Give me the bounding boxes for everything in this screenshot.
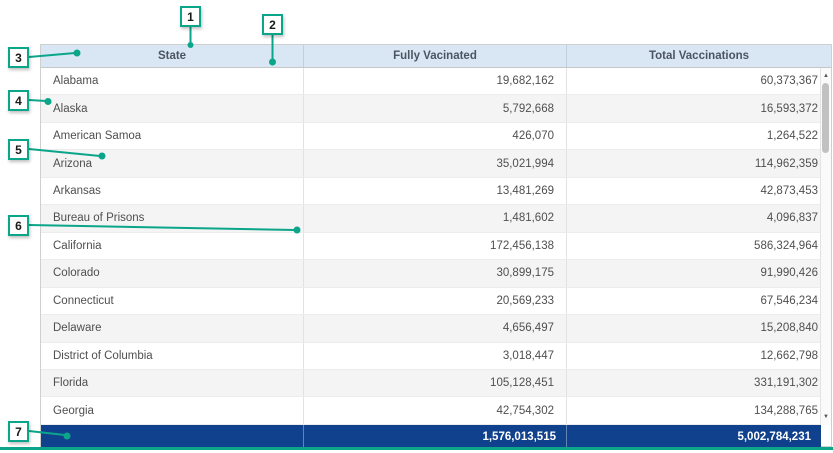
table-body: Alabama19,682,16260,373,367Alaska5,792,6…	[41, 68, 831, 425]
table-row[interactable]: California172,456,138586,324,964	[41, 233, 831, 260]
cell-state: Arkansas	[41, 178, 303, 204]
callout-4: 4	[8, 90, 29, 111]
callout-2: 2	[262, 14, 283, 35]
cell-fully-vacinated: 4,656,497	[303, 315, 566, 341]
table-row[interactable]: Arizona35,021,994114,962,359	[41, 150, 831, 177]
table-row[interactable]: Alabama19,682,16260,373,367	[41, 68, 831, 95]
cell-fully-vacinated: 35,021,994	[303, 150, 566, 176]
table-row[interactable]: Georgia42,754,302134,288,765	[41, 397, 831, 424]
callout-2-label: 2	[269, 18, 276, 32]
cell-state: District of Columbia	[41, 343, 303, 369]
callout-4-label: 4	[15, 94, 22, 108]
table-totals-row: 1,576,013,515 5,002,784,231	[41, 425, 821, 448]
callout-3: 3	[8, 47, 29, 68]
cell-state: Alabama	[41, 68, 303, 94]
totals-total-vaccinations-cell: 5,002,784,231	[566, 425, 821, 448]
cell-fully-vacinated: 19,682,162	[303, 68, 566, 94]
cell-fully-vacinated: 42,754,302	[303, 397, 566, 423]
cell-total-vaccinations: 15,208,840	[566, 315, 831, 341]
table-row[interactable]: District of Columbia3,018,44712,662,798	[41, 343, 831, 370]
cell-total-vaccinations: 67,546,234	[566, 288, 831, 314]
callout-1-label: 1	[187, 10, 194, 24]
cell-state: Colorado	[41, 260, 303, 286]
column-header-state[interactable]: State	[41, 45, 303, 67]
table-row[interactable]: Arkansas13,481,26942,873,453	[41, 178, 831, 205]
totals-state-cell	[41, 425, 303, 448]
table-row[interactable]: Florida105,128,451331,191,302	[41, 370, 831, 397]
cell-state: Alaska	[41, 95, 303, 121]
cell-fully-vacinated: 105,128,451	[303, 370, 566, 396]
cell-state: Florida	[41, 370, 303, 396]
cell-state: Delaware	[41, 315, 303, 341]
cell-fully-vacinated: 20,569,233	[303, 288, 566, 314]
cell-total-vaccinations: 586,324,964	[566, 233, 831, 259]
cell-total-vaccinations: 91,990,426	[566, 260, 831, 286]
cell-total-vaccinations: 12,662,798	[566, 343, 831, 369]
cell-total-vaccinations: 42,873,453	[566, 178, 831, 204]
cell-state: Bureau of Prisons	[41, 205, 303, 231]
column-header-fully-vacinated[interactable]: Fully Vacinated	[303, 45, 566, 67]
cell-state: American Samoa	[41, 123, 303, 149]
table-row[interactable]: American Samoa426,0701,264,522	[41, 123, 831, 150]
cell-total-vaccinations: 4,096,837	[566, 205, 831, 231]
table-row[interactable]: Bureau of Prisons1,481,6024,096,837	[41, 205, 831, 232]
callout-6: 6	[8, 215, 29, 236]
vertical-scrollbar[interactable]: ▲ ▼	[820, 68, 831, 425]
cell-fully-vacinated: 13,481,269	[303, 178, 566, 204]
cell-total-vaccinations: 134,288,765	[566, 397, 831, 423]
callout-1: 1	[180, 6, 201, 27]
screenshot-canvas: State Fully Vacinated Total Vaccinations…	[0, 0, 833, 453]
cell-fully-vacinated: 172,456,138	[303, 233, 566, 259]
totals-fully-vacinated-cell: 1,576,013,515	[303, 425, 566, 448]
cell-fully-vacinated: 426,070	[303, 123, 566, 149]
callout-7: 7	[8, 421, 29, 442]
cell-state: Arizona	[41, 150, 303, 176]
callout-5-label: 5	[15, 143, 22, 157]
table-row[interactable]: Connecticut20,569,23367,546,234	[41, 288, 831, 315]
callout-6-label: 6	[15, 219, 22, 233]
cell-total-vaccinations: 16,593,372	[566, 95, 831, 121]
cell-total-vaccinations: 114,962,359	[566, 150, 831, 176]
cell-total-vaccinations: 60,373,367	[566, 68, 831, 94]
table-row[interactable]: Alaska5,792,66816,593,372	[41, 95, 831, 122]
cell-fully-vacinated: 3,018,447	[303, 343, 566, 369]
cell-state: Georgia	[41, 397, 303, 423]
cell-state: California	[41, 233, 303, 259]
table-row[interactable]: Colorado30,899,17591,990,426	[41, 260, 831, 287]
table-row[interactable]: Delaware4,656,49715,208,840	[41, 315, 831, 342]
cell-total-vaccinations: 1,264,522	[566, 123, 831, 149]
callout-3-label: 3	[15, 51, 22, 65]
cell-state: Connecticut	[41, 288, 303, 314]
callout-5: 5	[8, 139, 29, 160]
callout-7-label: 7	[15, 425, 22, 439]
table-header-row: State Fully Vacinated Total Vaccinations	[41, 45, 831, 68]
scroll-down-icon[interactable]: ▼	[821, 410, 831, 424]
cell-fully-vacinated: 1,481,602	[303, 205, 566, 231]
cell-total-vaccinations: 331,191,302	[566, 370, 831, 396]
attribute-table: State Fully Vacinated Total Vaccinations…	[40, 44, 832, 447]
column-header-total-vaccinations[interactable]: Total Vaccinations	[566, 45, 831, 67]
cell-fully-vacinated: 30,899,175	[303, 260, 566, 286]
scroll-up-icon[interactable]: ▲	[821, 69, 831, 83]
cell-fully-vacinated: 5,792,668	[303, 95, 566, 121]
scrollbar-thumb[interactable]	[822, 83, 829, 153]
